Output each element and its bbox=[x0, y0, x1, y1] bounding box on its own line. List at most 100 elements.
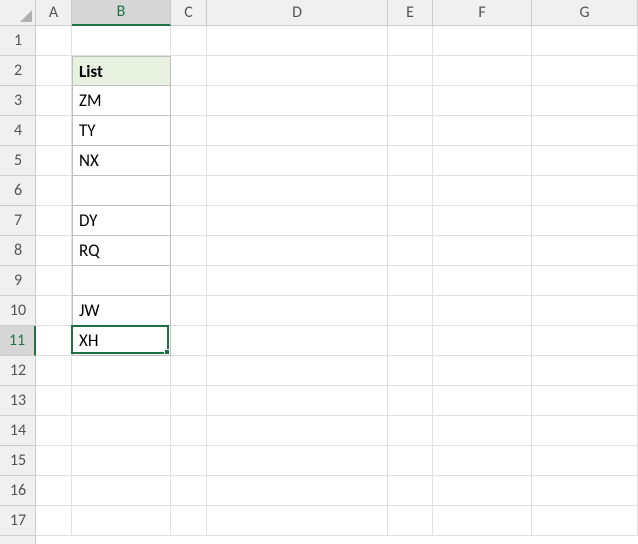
cell-D6[interactable] bbox=[207, 176, 388, 206]
cell-E14[interactable] bbox=[388, 416, 433, 446]
cell-G15[interactable] bbox=[532, 446, 638, 476]
cell-F17[interactable] bbox=[433, 506, 532, 536]
cell-F9[interactable] bbox=[433, 266, 532, 296]
cell-B1[interactable] bbox=[72, 26, 171, 56]
cell-D8[interactable] bbox=[207, 236, 388, 266]
cell-G3[interactable] bbox=[532, 86, 638, 116]
cell-G7[interactable] bbox=[532, 206, 638, 236]
row-header-7[interactable]: 7 bbox=[0, 206, 36, 236]
cell-F13[interactable] bbox=[433, 386, 532, 416]
select-all-corner[interactable] bbox=[0, 0, 36, 26]
cell-A1[interactable] bbox=[36, 26, 72, 56]
cell-F8[interactable] bbox=[433, 236, 532, 266]
cell-C3[interactable] bbox=[171, 86, 207, 116]
cell-A14[interactable] bbox=[36, 416, 72, 446]
cell-G14[interactable] bbox=[532, 416, 638, 446]
cell-D1[interactable] bbox=[207, 26, 388, 56]
cell-F7[interactable] bbox=[433, 206, 532, 236]
row-header-5[interactable]: 5 bbox=[0, 146, 36, 176]
cell-D3[interactable] bbox=[207, 86, 388, 116]
col-header-E[interactable]: E bbox=[388, 0, 433, 26]
cell-D14[interactable] bbox=[207, 416, 388, 446]
row-header-2[interactable]: 2 bbox=[0, 56, 36, 86]
cell-B5[interactable]: NX bbox=[72, 146, 171, 176]
col-header-F[interactable]: F bbox=[433, 0, 532, 26]
row-header-3[interactable]: 3 bbox=[0, 86, 36, 116]
cell-G1[interactable] bbox=[532, 26, 638, 56]
cell-B17[interactable] bbox=[72, 506, 171, 536]
cell-E6[interactable] bbox=[388, 176, 433, 206]
cell-D7[interactable] bbox=[207, 206, 388, 236]
row-header-15[interactable]: 15 bbox=[0, 446, 36, 476]
cell-B10[interactable]: JW bbox=[72, 296, 171, 326]
cell-D17[interactable] bbox=[207, 506, 388, 536]
col-header-G[interactable]: G bbox=[532, 0, 638, 26]
cell-G4[interactable] bbox=[532, 116, 638, 146]
cell-B14[interactable] bbox=[72, 416, 171, 446]
cell-G12[interactable] bbox=[532, 356, 638, 386]
row-header-17[interactable]: 17 bbox=[0, 506, 36, 536]
cell-E13[interactable] bbox=[388, 386, 433, 416]
cell-E10[interactable] bbox=[388, 296, 433, 326]
cell-A15[interactable] bbox=[36, 446, 72, 476]
cell-G13[interactable] bbox=[532, 386, 638, 416]
cell-B15[interactable] bbox=[72, 446, 171, 476]
cell-E3[interactable] bbox=[388, 86, 433, 116]
cell-E9[interactable] bbox=[388, 266, 433, 296]
cell-C13[interactable] bbox=[171, 386, 207, 416]
cell-A16[interactable] bbox=[36, 476, 72, 506]
cell-A4[interactable] bbox=[36, 116, 72, 146]
cell-G11[interactable] bbox=[532, 326, 638, 356]
cell-B16[interactable] bbox=[72, 476, 171, 506]
row-header-6[interactable]: 6 bbox=[0, 176, 36, 206]
row-header-12[interactable]: 12 bbox=[0, 356, 36, 386]
cell-F15[interactable] bbox=[433, 446, 532, 476]
row-header-14[interactable]: 14 bbox=[0, 416, 36, 446]
cell-C9[interactable] bbox=[171, 266, 207, 296]
cell-F2[interactable] bbox=[433, 56, 532, 86]
cell-C17[interactable] bbox=[171, 506, 207, 536]
cell-C5[interactable] bbox=[171, 146, 207, 176]
cell-F11[interactable] bbox=[433, 326, 532, 356]
cell-G8[interactable] bbox=[532, 236, 638, 266]
cell-E7[interactable] bbox=[388, 206, 433, 236]
cell-D11[interactable] bbox=[207, 326, 388, 356]
cell-A2[interactable] bbox=[36, 56, 72, 86]
cell-D13[interactable] bbox=[207, 386, 388, 416]
cell-D9[interactable] bbox=[207, 266, 388, 296]
cell-F16[interactable] bbox=[433, 476, 532, 506]
row-header-10[interactable]: 10 bbox=[0, 296, 36, 326]
cell-F14[interactable] bbox=[433, 416, 532, 446]
cell-F4[interactable] bbox=[433, 116, 532, 146]
cell-G16[interactable] bbox=[532, 476, 638, 506]
cell-C15[interactable] bbox=[171, 446, 207, 476]
cell-C2[interactable] bbox=[171, 56, 207, 86]
cell-G2[interactable] bbox=[532, 56, 638, 86]
row-header-9[interactable]: 9 bbox=[0, 266, 36, 296]
cell-E15[interactable] bbox=[388, 446, 433, 476]
cell-D5[interactable] bbox=[207, 146, 388, 176]
row-header-4[interactable]: 4 bbox=[0, 116, 36, 146]
cell-F1[interactable] bbox=[433, 26, 532, 56]
cell-E5[interactable] bbox=[388, 146, 433, 176]
cell-B11[interactable]: XH bbox=[72, 326, 171, 356]
cell-A10[interactable] bbox=[36, 296, 72, 326]
cell-B2[interactable]: List bbox=[72, 56, 171, 86]
cell-D10[interactable] bbox=[207, 296, 388, 326]
cell-B13[interactable] bbox=[72, 386, 171, 416]
cell-A6[interactable] bbox=[36, 176, 72, 206]
cell-E8[interactable] bbox=[388, 236, 433, 266]
cell-G6[interactable] bbox=[532, 176, 638, 206]
cell-C8[interactable] bbox=[171, 236, 207, 266]
cell-A5[interactable] bbox=[36, 146, 72, 176]
row-header-16[interactable]: 16 bbox=[0, 476, 36, 506]
cell-B12[interactable] bbox=[72, 356, 171, 386]
col-header-B[interactable]: B bbox=[72, 0, 171, 26]
cell-D16[interactable] bbox=[207, 476, 388, 506]
cell-C10[interactable] bbox=[171, 296, 207, 326]
cell-C12[interactable] bbox=[171, 356, 207, 386]
cell-F5[interactable] bbox=[433, 146, 532, 176]
cell-C16[interactable] bbox=[171, 476, 207, 506]
cell-E11[interactable] bbox=[388, 326, 433, 356]
row-header-11[interactable]: 11 bbox=[0, 326, 36, 356]
